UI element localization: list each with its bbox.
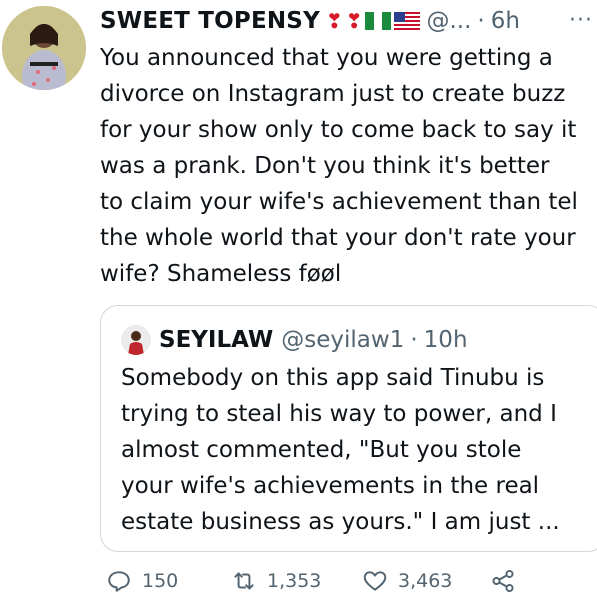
reply-icon — [108, 571, 130, 592]
quoted-display-name: SEYILAW — [159, 327, 274, 353]
share-button[interactable] — [490, 568, 526, 594]
retweet-icon — [234, 572, 254, 590]
author-display-name[interactable]: SWEET TOPENSY — [100, 8, 320, 34]
name-emojis: ❣ ❣ — [326, 11, 421, 31]
quoted-avatar-image — [121, 325, 151, 355]
more-options-icon[interactable]: ··· — [569, 8, 593, 33]
quoted-separator-dot: · — [410, 327, 418, 353]
tweet-action-bar: 150 1,353 3,463 — [100, 566, 597, 596]
reply-count: 150 — [142, 570, 179, 592]
quoted-author-avatar — [121, 325, 151, 355]
share-icon — [492, 569, 514, 593]
retweet-count: 1,353 — [267, 570, 322, 592]
author-handle[interactable]: @... — [426, 8, 471, 34]
separator-dot: · — [477, 8, 485, 34]
quoted-tweet-card[interactable]: SEYILAW @seyilaw1 · 10h Somebody on this… — [100, 305, 597, 552]
reply-button[interactable]: 150 — [106, 568, 178, 594]
heart-exclamation-icon: ❣ — [345, 9, 363, 33]
tweet-timestamp[interactable]: 6h — [491, 8, 520, 34]
author-avatar[interactable] — [2, 6, 86, 90]
retweet-button[interactable]: 1,353 — [231, 568, 321, 594]
like-count: 3,463 — [398, 570, 453, 592]
avatar-image — [2, 6, 86, 90]
like-button[interactable]: 3,463 — [362, 568, 452, 594]
heart-exclamation-icon: ❣ — [325, 9, 343, 33]
nigeria-flag-icon — [365, 12, 392, 30]
tweet-header: SWEET TOPENSY ❣ ❣ @... · 6h — [100, 2, 597, 40]
quoted-tweet-text: Somebody on this app said Tinubu is tryi… — [121, 365, 560, 535]
quoted-timestamp: 10h — [423, 327, 468, 353]
quoted-tweet-header: SEYILAW @seyilaw1 · 10h — [121, 320, 468, 360]
tweet-text: You announced that you were getting a di… — [100, 45, 578, 287]
quoted-handle: @seyilaw1 — [281, 327, 405, 353]
usa-flag-icon — [394, 12, 421, 30]
heart-icon — [363, 571, 387, 591]
